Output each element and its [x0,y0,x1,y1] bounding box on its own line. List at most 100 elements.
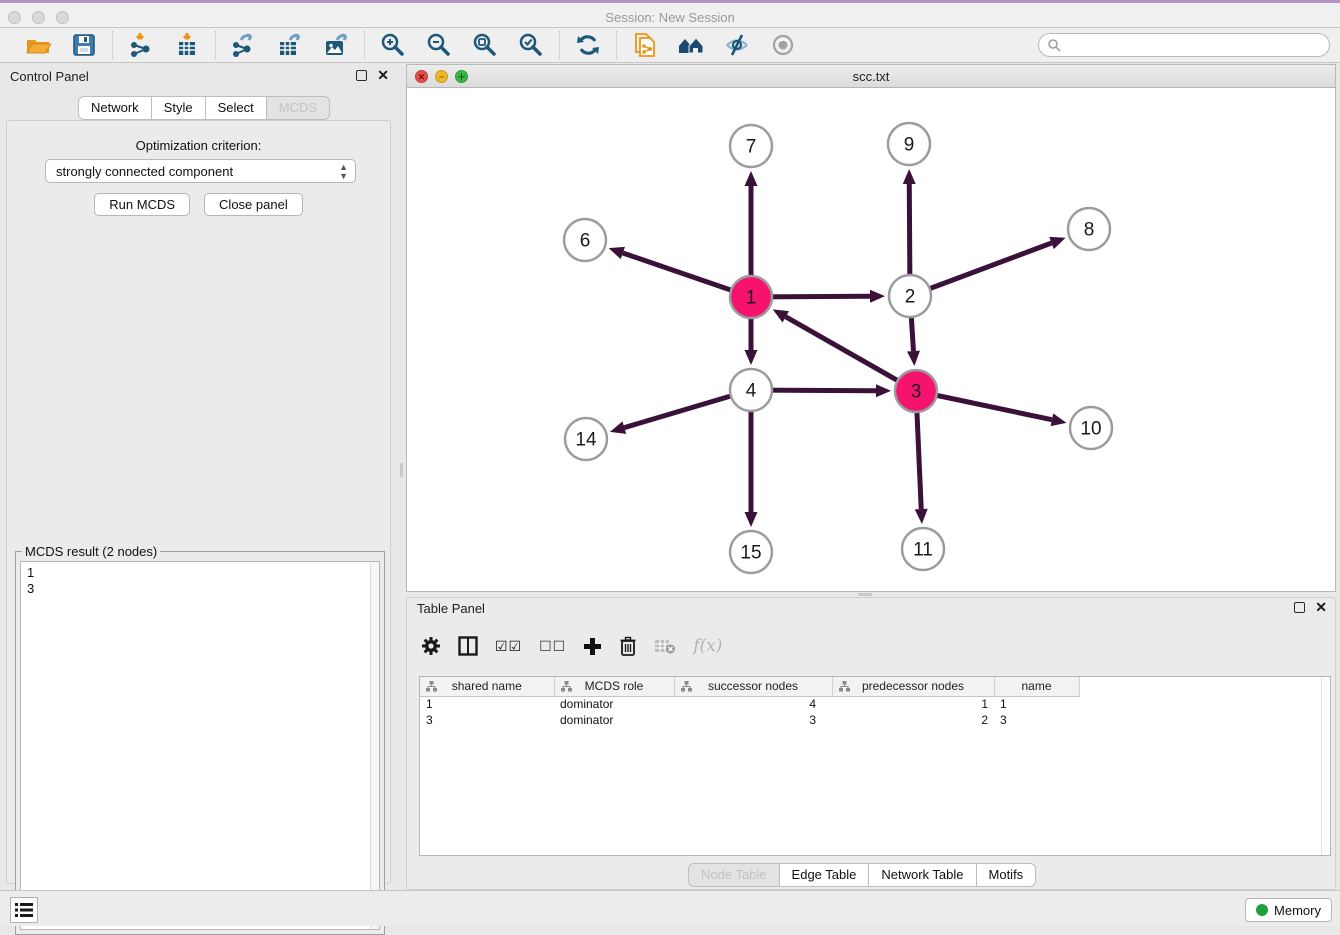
refresh-icon[interactable] [574,31,602,59]
mcds-tab-content: Optimization criterion: strongly connect… [6,120,391,884]
column-header-shared-name[interactable]: shared name [420,677,554,696]
mcds-result-box[interactable]: 1 3 [20,561,380,930]
tab-edge-table[interactable]: Edge Table [780,863,870,887]
table-cell[interactable]: dominator [554,696,674,712]
export-image-icon[interactable] [322,31,350,59]
tab-node-table[interactable]: Node Table [688,863,780,887]
delete-column-trash-icon[interactable] [619,636,637,656]
table-row[interactable]: 3dominator323 [420,712,1079,728]
search-icon [1047,38,1061,52]
column-header-name[interactable]: name [994,677,1079,696]
tab-network[interactable]: Network [78,96,152,120]
select-all-columns-icon[interactable]: ☑☑ [495,638,522,655]
graph-edge-arrow-icon [903,169,916,184]
graph-edge-arrow-icon [610,421,626,433]
table-panel: Table Panel ✕ [406,597,1336,890]
table-cell[interactable]: 3 [420,712,554,728]
clone-network-icon[interactable] [631,31,659,59]
zoom-fit-icon[interactable] [471,31,499,59]
graph-node-label: 11 [913,540,933,561]
optimization-criterion-label: Optimization criterion: [7,138,390,153]
show-all-eye-icon[interactable] [769,31,797,59]
application-window: Session: New Session [0,0,1340,926]
import-network-icon[interactable] [127,31,155,59]
zoom-out-icon[interactable] [425,31,453,59]
table-cell[interactable]: 3 [674,712,832,728]
vertical-splitter[interactable] [397,63,406,890]
close-panel-button[interactable]: Close panel [204,193,303,216]
hierarchy-icon [681,681,692,692]
column-header-successor-nodes[interactable]: successor nodes [674,677,832,696]
tab-network-table[interactable]: Network Table [869,863,976,887]
select-stepper-icon: ▲▼ [339,163,348,180]
graph-node-label: 7 [746,137,757,158]
task-history-list-icon[interactable] [10,897,38,923]
memory-status-icon [1256,904,1268,916]
unselect-all-columns-icon[interactable]: ☐☐ [539,638,566,655]
window-title: Session: New Session [0,10,1340,25]
column-header-mcds-role[interactable]: MCDS role [554,677,674,696]
table-cell[interactable]: 1 [994,696,1079,712]
tab-motifs[interactable]: Motifs [977,863,1037,887]
graph-edge-arrow-icon [745,350,758,365]
graph-edge[interactable] [910,243,1052,296]
run-mcds-button[interactable]: Run MCDS [94,193,190,216]
show-column-panel-icon[interactable] [458,636,478,656]
network-graph: 1234678910111415 [407,88,1335,591]
network-canvas[interactable]: 1234678910111415 [407,88,1335,591]
export-network-icon[interactable] [230,31,258,59]
graph-edge-arrow-icon [609,247,625,259]
table-cell[interactable]: 1 [832,696,994,712]
table-settings-gear-icon[interactable] [421,636,441,656]
mcds-result-title: MCDS result (2 nodes) [22,544,160,559]
export-table-icon[interactable] [276,31,304,59]
first-neighbors-icon[interactable] [677,31,705,59]
network-view-window: ✕ − ＋ scc.txt 1234678910111415 [406,64,1336,592]
search-field[interactable] [1038,33,1330,57]
graph-edge-arrow-icon [1049,237,1065,249]
close-panel-icon[interactable]: ✕ [377,70,389,81]
graph-node-label: 1 [746,288,757,309]
network-window-titlebar[interactable]: ✕ − ＋ scc.txt [407,65,1335,88]
network-window-title: scc.txt [407,69,1335,84]
graph-edge-arrow-icon [745,512,758,527]
graph-node-label: 4 [746,381,757,402]
zoom-selected-icon[interactable] [517,31,545,59]
tab-style[interactable]: Style [152,96,206,120]
hide-selected-eye-slash-icon[interactable] [723,31,751,59]
table-toolbar: ☑☑ ☐☐ [421,626,722,666]
node-table-body: 1dominator4113dominator323 [420,696,1079,728]
memory-button[interactable]: Memory [1245,898,1332,922]
table-cell[interactable]: 1 [420,696,554,712]
close-panel-icon[interactable]: ✕ [1315,602,1327,613]
zoom-in-icon[interactable] [379,31,407,59]
graph-node-label: 8 [1084,220,1095,241]
graph-edge[interactable] [786,317,916,391]
open-file-icon[interactable] [24,31,52,59]
table-cell[interactable]: 3 [994,712,1079,728]
graph-edge-arrow-icon [915,509,928,524]
table-panel-title: Table Panel [407,598,1335,620]
create-column-plus-icon[interactable] [583,637,602,656]
main-toolbar [0,28,1340,63]
mcds-result-text: 1 3 [21,562,379,597]
table-cell[interactable]: 4 [674,696,832,712]
splitter-handle[interactable] [858,593,872,596]
criterion-select[interactable]: strongly connected component ▲▼ [45,159,356,183]
search-input[interactable] [1066,38,1321,52]
table-scrollbar[interactable] [1321,677,1330,855]
result-scrollbar[interactable] [370,562,379,929]
tab-select[interactable]: Select [206,96,267,120]
import-table-icon[interactable] [173,31,201,59]
table-row[interactable]: 1dominator411 [420,696,1079,712]
column-header-predecessor-nodes[interactable]: predecessor nodes [832,677,994,696]
float-panel-icon[interactable] [356,70,367,81]
table-cell[interactable]: 2 [832,712,994,728]
tab-mcds[interactable]: MCDS [267,96,330,120]
table-cell[interactable]: dominator [554,712,674,728]
save-session-icon[interactable] [70,31,98,59]
float-panel-icon[interactable] [1294,602,1305,613]
table-panel-tabs: Node Table Edge Table Network Table Moti… [688,863,1036,887]
splitter-handle[interactable] [400,463,403,477]
window-titlebar: Session: New Session [0,0,1340,28]
